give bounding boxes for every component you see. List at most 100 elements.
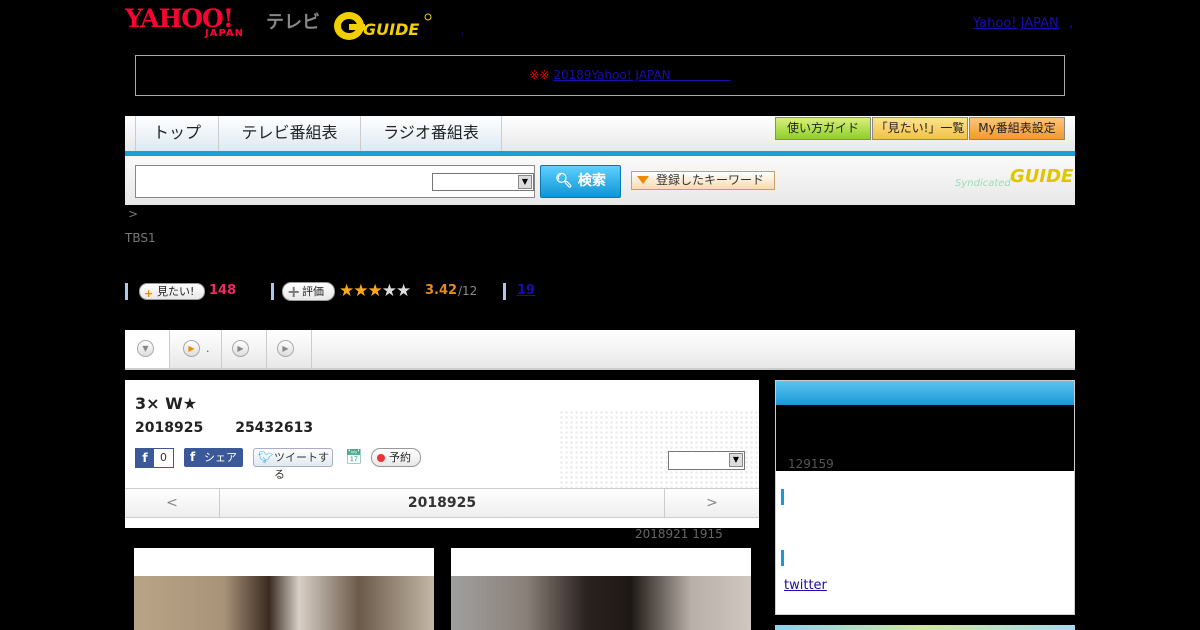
rate-button[interactable]: + 評価: [282, 282, 335, 301]
mitai-count: 148: [209, 283, 237, 298]
program-photo-image: [134, 576, 434, 630]
tab-expand[interactable]: ▼: [125, 330, 170, 368]
syndicated-gguide-logo: Syndicated GUIDE: [955, 166, 1073, 196]
sidebar-section-marker: [781, 550, 784, 566]
pager-prev-button[interactable]: <: [125, 489, 220, 517]
stat-divider: [271, 283, 274, 300]
share-row: f 0 f シェア 🐦︎ ツイートする 📅︎ 予約: [135, 448, 755, 481]
notice-link[interactable]: 20189Yahoo! JAPAN: [553, 68, 730, 82]
facebook-like-count: 0: [160, 451, 167, 464]
program-option-select[interactable]: ▼: [668, 451, 745, 470]
star-filled-icon: ★★★: [339, 281, 383, 301]
sidebar-banner[interactable]: [775, 625, 1075, 630]
nav-buttons: 使い方ガイド 「見たい!」一覧 My番組表設定: [774, 117, 1065, 140]
gguide-logo-icon: GUIDE: [334, 12, 432, 40]
guide-button[interactable]: 使い方ガイド: [775, 117, 871, 140]
sidebar-count: 129159: [788, 457, 834, 471]
search-button-label: 検索: [577, 173, 606, 189]
channel-name: TBS1: [125, 231, 156, 245]
tv-logo-text[interactable]: テレビ: [266, 8, 320, 34]
stat-divider: [125, 283, 128, 300]
search-icon: 🔍︎: [555, 173, 573, 189]
gguide-logo[interactable]: GUIDE: [333, 10, 433, 42]
program-code: 25432613: [235, 420, 314, 436]
syndicated-gguide-text: GUIDE: [1010, 166, 1074, 187]
gguide-logo-text: GUIDE: [363, 20, 419, 39]
facebook-share-label: シェア: [204, 451, 237, 464]
air-date: 2018925: [135, 420, 204, 436]
twitter-bird-icon: 🐦︎: [258, 450, 274, 464]
twitter-link[interactable]: twitter: [784, 578, 827, 593]
program-photo-image: [451, 576, 751, 630]
nav-tab-tv-listings[interactable]: テレビ番組表: [218, 116, 361, 151]
registered-keyword-button[interactable]: 登録したキーワード: [631, 171, 775, 190]
chevron-down-icon: ▼: [137, 340, 154, 357]
notice-banner: ※※ 20189Yahoo! JAPAN: [135, 55, 1065, 96]
program-photo-1[interactable]: [134, 548, 434, 630]
rate-button-label: 評価: [302, 285, 324, 298]
program-detail-panel: 3× W★ 2018925 25432613 f 0 f シェア 🐦︎ ツイートす…: [125, 380, 759, 528]
plus-icon: +: [287, 282, 301, 301]
tab-play-2[interactable]: ▶: [222, 330, 267, 368]
tab-play-1[interactable]: ▶ .: [170, 330, 222, 368]
update-timestamp: 2018921 1915: [635, 527, 723, 541]
sidebar-panel: 129159 twitter: [775, 380, 1075, 615]
program-title: 3× W★: [135, 394, 198, 413]
facebook-share-button[interactable]: f シェア: [184, 448, 243, 467]
search-button[interactable]: 🔍︎ 検索: [540, 165, 621, 198]
mitai-list-button[interactable]: 「見たい!」一覧: [872, 117, 968, 140]
registered-keyword-label: 登録したキーワード: [656, 173, 765, 187]
search-category-select[interactable]: ▼: [432, 173, 534, 191]
notice-mark: ※※: [529, 68, 550, 82]
pager-date: 2018925: [407, 495, 477, 511]
chevron-down-icon: ▼: [518, 175, 532, 189]
content-tab-row: ▼ ▶ . ▶ ▶: [125, 330, 1075, 370]
facebook-icon: f: [136, 449, 154, 467]
pager-next-button[interactable]: >: [664, 489, 759, 517]
nav-tab-radio-listings[interactable]: ラジオ番組表: [360, 116, 502, 151]
program-photo-2[interactable]: [451, 548, 751, 630]
my-listings-settings-button[interactable]: My番組表設定: [969, 117, 1065, 140]
breadcrumb[interactable]: >: [128, 207, 138, 221]
calendar-add-icon[interactable]: 📅︎: [345, 448, 363, 466]
sidebar-header: [776, 381, 1074, 405]
facebook-icon: f: [190, 450, 196, 464]
nav-tabs: トップ テレビ番組表 ラジオ番組表: [135, 116, 502, 151]
nav-tab-top[interactable]: トップ: [135, 116, 219, 151]
chevron-down-icon: ▼: [729, 453, 743, 467]
page: YAHOO! JAPAN テレビ GUIDE , Yahoo! JAPAN , …: [0, 0, 1200, 630]
tab-play-1-label: .: [206, 342, 210, 355]
play-icon: ▶: [232, 340, 249, 357]
star-empty-icon: ★★: [381, 281, 412, 301]
reserve-button-label: 予約: [389, 451, 411, 464]
mitai-button[interactable]: + 見たい!: [139, 283, 205, 300]
rating-count: /12: [458, 284, 478, 298]
rating-value: 3.42: [425, 283, 458, 298]
play-icon: ▶: [183, 340, 200, 357]
header-separator: ,: [461, 26, 465, 37]
stat-divider: [503, 283, 506, 300]
sidebar-section-marker: [781, 489, 784, 505]
site-header: YAHOO! JAPAN テレビ GUIDE , Yahoo! JAPAN ,: [125, 6, 1075, 46]
date-pager: < 2018925 >: [125, 488, 759, 518]
mitai-button-label: 見たい!: [157, 285, 195, 298]
search-bar: ▼ 🔍︎ 検索 登録したキーワード Syndicated GUIDE: [125, 156, 1075, 205]
tweet-button[interactable]: 🐦︎ ツイートする: [253, 448, 333, 481]
facebook-like-button[interactable]: f 0: [135, 448, 174, 468]
rating-stars: ★★★★★: [339, 281, 412, 301]
record-icon: [377, 454, 385, 462]
header-separator-2: ,: [1069, 16, 1074, 31]
tab-play-3[interactable]: ▶: [267, 330, 312, 368]
program-stats: + 見たい! 148 + 評価 ★★★★★ 3.42 /12 19: [125, 280, 725, 304]
global-nav: トップ テレビ番組表 ラジオ番組表 使い方ガイド 「見たい!」一覧 My番組表設…: [125, 116, 1075, 156]
tweet-button-label: ツイートする: [274, 451, 329, 481]
plus-icon: +: [144, 287, 154, 300]
triangle-down-icon: [637, 176, 649, 184]
yahoo-japan-link[interactable]: Yahoo! JAPAN: [973, 16, 1059, 31]
syndicated-text: Syndicated: [955, 178, 1011, 189]
air-info: 2018925 25432613: [135, 420, 345, 436]
review-count-link[interactable]: 19: [517, 283, 535, 298]
yahoo-japan-logo-text: JAPAN: [205, 28, 244, 39]
reserve-button[interactable]: 予約: [371, 448, 421, 467]
play-icon: ▶: [277, 340, 294, 357]
